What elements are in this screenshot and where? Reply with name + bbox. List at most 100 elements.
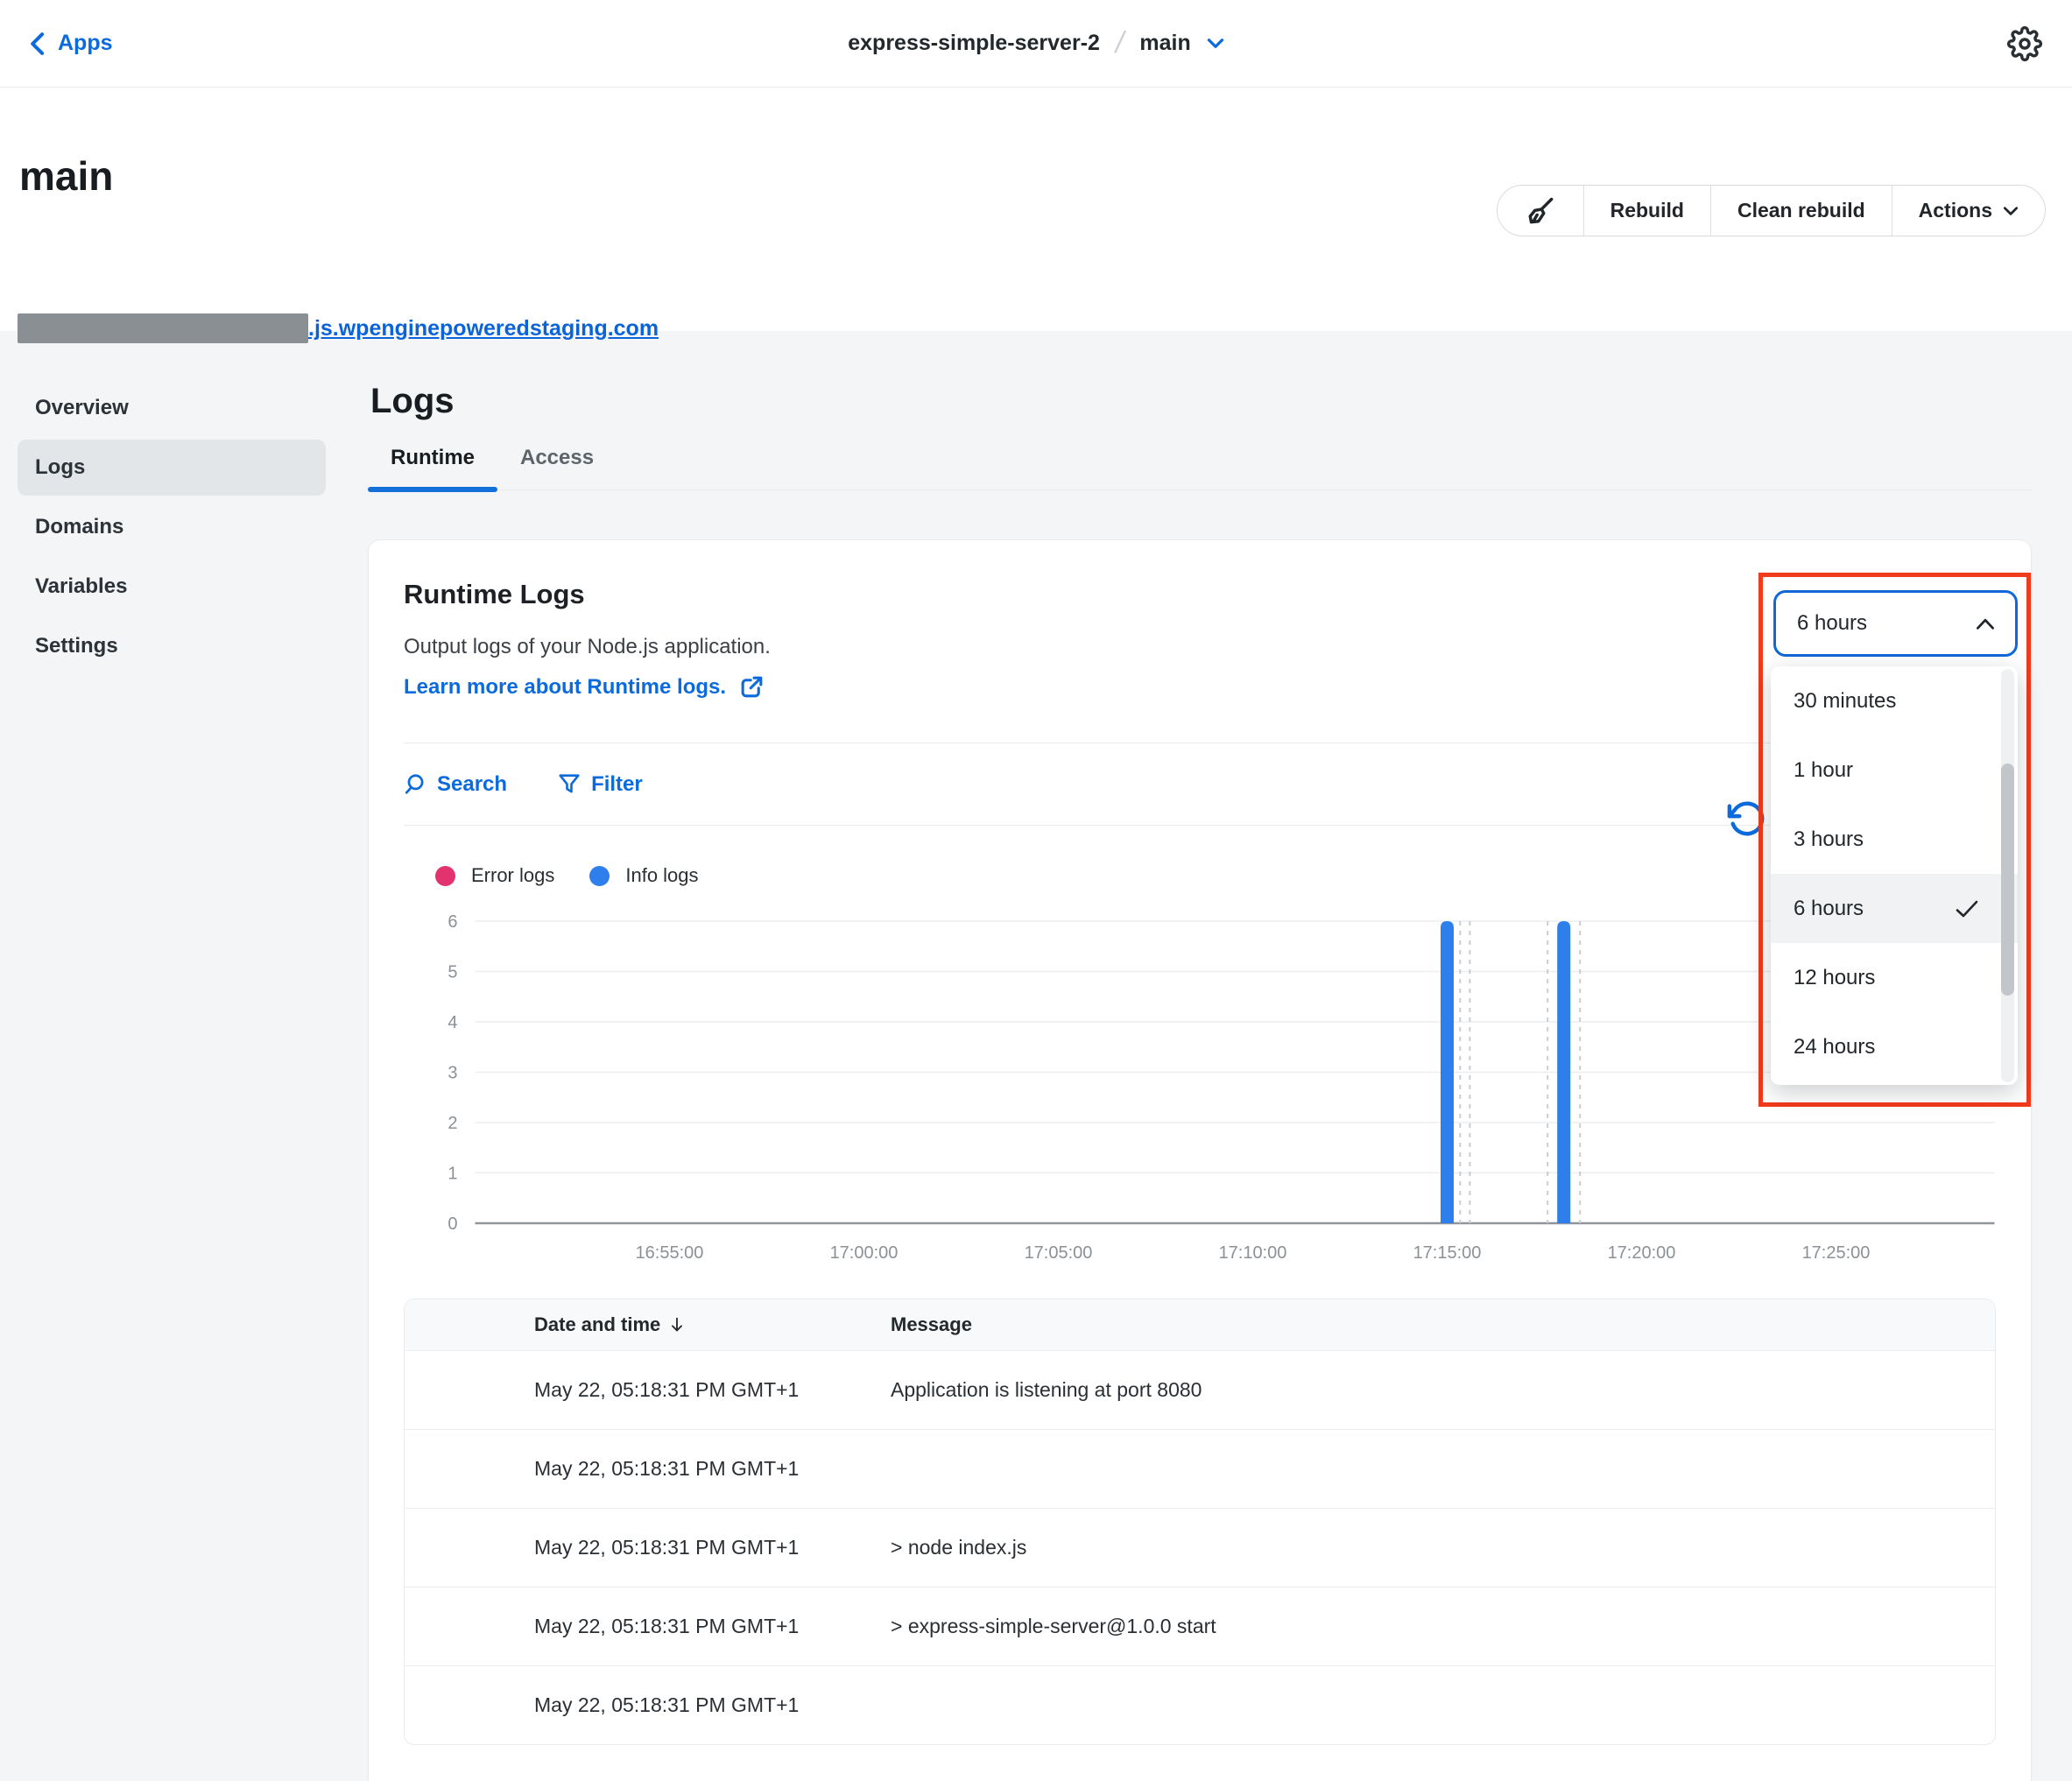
legend-dot-icon — [435, 866, 455, 886]
environment-url-link[interactable]: .js.wpenginepoweredstaging.com — [308, 316, 659, 341]
svg-text:17:20:00: 17:20:00 — [1608, 1243, 1676, 1263]
svg-text:17:15:00: 17:15:00 — [1413, 1243, 1482, 1263]
filter-button[interactable]: Filter — [558, 772, 643, 797]
svg-text:5: 5 — [448, 963, 457, 982]
legend-dot-icon — [589, 866, 610, 886]
column-header-message[interactable]: Message — [891, 1299, 1995, 1350]
redacted-url-block — [18, 313, 308, 343]
sort-down-icon — [667, 1315, 687, 1334]
rebuild-label: Rebuild — [1610, 199, 1684, 222]
refresh-icon — [1727, 799, 1767, 839]
time-range-option[interactable]: 24 hours — [1771, 1012, 2018, 1081]
sidebar-item-settings[interactable]: Settings — [18, 618, 326, 674]
svg-text:17:25:00: 17:25:00 — [1802, 1243, 1871, 1263]
environment-header: main .js.wpenginepoweredstaging.com Rebu… — [0, 88, 2072, 331]
sidebar-item-variables[interactable]: Variables — [18, 559, 326, 615]
option-label: 24 hours — [1794, 1035, 1875, 1059]
log-message: > express-simple-server@1.0.0 start — [891, 1587, 1995, 1665]
time-range-menu: 30 minutes 1 hour 3 hours 6 hours 12 hours 24… — [1771, 666, 2018, 1085]
filter-icon — [558, 773, 581, 796]
chevron-up-icon — [1975, 617, 1996, 630]
logs-page-title: Logs — [370, 382, 2032, 421]
svg-text:6: 6 — [448, 912, 457, 932]
time-range-option[interactable]: 12 hours — [1771, 943, 2018, 1012]
sidebar-nav: OverviewLogsDomainsVariablesSettings — [0, 331, 368, 678]
menu-scrollbar[interactable] — [2001, 669, 2014, 1082]
legend-label: Error logs — [471, 864, 554, 887]
refresh-button[interactable] — [1727, 799, 1767, 841]
log-message — [891, 1429, 1995, 1508]
actions-label: Actions — [1919, 199, 1992, 222]
actions-caret-icon — [2003, 206, 2019, 216]
log-datetime: May 22, 05:18:31 PM GMT+1 — [405, 1665, 891, 1744]
svg-text:16:55:00: 16:55:00 — [636, 1243, 704, 1263]
time-range-option[interactable]: 1 hour — [1771, 736, 2018, 805]
table-header-row: Date and time Message — [405, 1299, 1995, 1350]
svg-text:2: 2 — [448, 1114, 457, 1133]
clean-rebuild-label: Clean rebuild — [1737, 199, 1865, 222]
clean-rebuild-button[interactable]: Clean rebuild — [1710, 186, 1892, 236]
log-datetime: May 22, 05:18:31 PM GMT+1 — [405, 1587, 891, 1665]
page-title: main — [19, 152, 113, 200]
time-range-select[interactable]: 6 hours — [1773, 590, 2018, 657]
table-row[interactable]: May 22, 05:18:31 PM GMT+1Application is … — [405, 1350, 1995, 1429]
environment-caret-icon[interactable] — [1207, 38, 1224, 49]
legend-item: Info logs — [589, 864, 698, 887]
learn-more-link[interactable]: Learn more about Runtime logs. — [404, 675, 726, 700]
breadcrumb-app-name[interactable]: express-simple-server-2 — [848, 31, 1100, 56]
breadcrumb: express-simple-server-2 / main — [0, 26, 2072, 60]
settings-gear-button[interactable] — [2007, 26, 2042, 61]
back-to-apps-link[interactable]: Apps — [30, 31, 113, 56]
tab-access[interactable]: Access — [497, 446, 617, 489]
runtime-logs-chart-wrap: 012345616:55:0017:00:0017:05:0017:10:001… — [404, 898, 1996, 1274]
option-label: 30 minutes — [1794, 689, 1896, 714]
legend-label: Info logs — [625, 864, 698, 887]
top-nav: Apps express-simple-server-2 / main — [0, 0, 2072, 88]
log-message — [891, 1665, 1995, 1744]
svg-text:17:10:00: 17:10:00 — [1219, 1243, 1287, 1263]
option-label: 6 hours — [1794, 897, 1864, 921]
sidebar-item-domains[interactable]: Domains — [18, 499, 326, 555]
table-row[interactable]: May 22, 05:18:31 PM GMT+1> node index.js — [405, 1508, 1995, 1587]
table-row[interactable]: May 22, 05:18:31 PM GMT+1> express-simpl… — [405, 1587, 1995, 1665]
chart-legend: Error logs Info logs — [404, 864, 1996, 887]
runtime-logs-chart: 012345616:55:0017:00:0017:05:0017:10:001… — [404, 898, 1996, 1274]
time-range-option[interactable]: 3 hours — [1771, 805, 2018, 874]
actions-button[interactable]: Actions — [1892, 186, 2045, 236]
breadcrumb-environment[interactable]: main — [1139, 31, 1190, 56]
runtime-logs-description: Output logs of your Node.js application. — [404, 635, 1996, 659]
back-label: Apps — [58, 31, 113, 56]
table-row[interactable]: May 22, 05:18:31 PM GMT+1 — [405, 1665, 1995, 1744]
external-link-icon[interactable] — [738, 673, 765, 700]
page-body: OverviewLogsDomainsVariablesSettings Log… — [0, 331, 2072, 1781]
legend-item: Error logs — [435, 864, 554, 887]
gear-icon — [2007, 26, 2042, 61]
filter-label: Filter — [591, 772, 643, 797]
table-row[interactable]: May 22, 05:18:31 PM GMT+1 — [405, 1429, 1995, 1508]
menu-scrollbar-thumb[interactable] — [2001, 764, 2014, 996]
svg-text:17:05:00: 17:05:00 — [1025, 1243, 1093, 1263]
broom-button[interactable] — [1498, 186, 1583, 236]
log-table: Date and time Message May 22, 05:18:31 P… — [405, 1299, 1995, 1744]
svg-text:1: 1 — [448, 1165, 457, 1184]
column-header-datetime[interactable]: Date and time — [405, 1299, 891, 1350]
time-range-option[interactable]: 6 hours — [1771, 874, 2018, 943]
sidebar-item-overview[interactable]: Overview — [18, 380, 326, 436]
tab-runtime[interactable]: Runtime — [368, 446, 497, 489]
log-table-wrap: Date and time Message May 22, 05:18:31 P… — [404, 1299, 1996, 1745]
sidebar-item-logs[interactable]: Logs — [18, 440, 326, 496]
breadcrumb-separator: / — [1116, 26, 1124, 60]
app-root: Apps express-simple-server-2 / main main… — [0, 0, 2072, 1781]
time-range-selected-value: 6 hours — [1797, 611, 1867, 636]
rebuild-button[interactable]: Rebuild — [1583, 186, 1710, 236]
back-chevron-icon — [30, 32, 46, 55]
option-label: 3 hours — [1794, 827, 1864, 852]
svg-text:0: 0 — [448, 1214, 457, 1234]
search-label: Search — [437, 772, 507, 797]
search-button[interactable]: Search — [404, 772, 507, 797]
time-range-option[interactable]: 30 minutes — [1771, 666, 2018, 736]
option-label: 12 hours — [1794, 966, 1875, 990]
runtime-logs-title: Runtime Logs — [404, 579, 1996, 610]
environment-actions-group: Rebuild Clean rebuild Actions — [1497, 185, 2046, 236]
log-table-body: May 22, 05:18:31 PM GMT+1Application is … — [405, 1350, 1995, 1744]
